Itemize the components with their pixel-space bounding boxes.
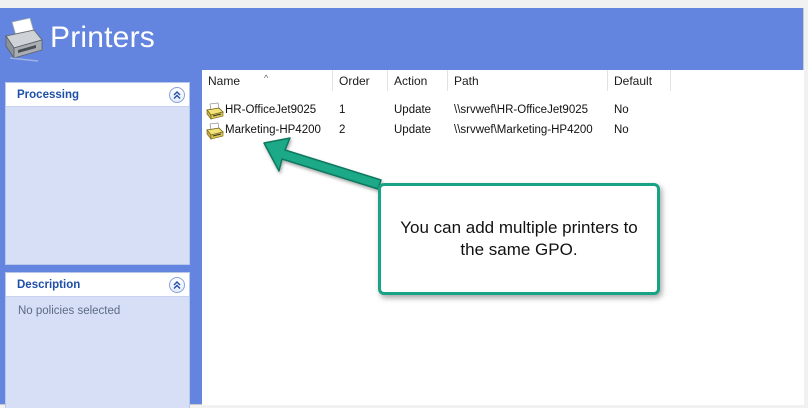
column-header-path[interactable]: Path [448,70,608,91]
collapse-description-button[interactable] [169,276,185,293]
table-row[interactable]: HR-OfficeJet9025 1 Update \\srvwef\HR-Of… [202,101,804,121]
page-title: Printers [50,21,155,54]
printer-order: 1 [339,104,346,116]
description-panel: Description No policies selected [5,272,190,408]
description-text: No policies selected [18,305,121,317]
processing-panel-header: Processing [6,83,189,107]
printer-icon [5,18,43,62]
column-header-action-label: Action [394,74,428,88]
printer-default: No [614,104,629,116]
header: Printers [0,8,804,68]
chevron-up-icon [173,90,181,99]
printer-path: \\srvwef\Marketing-HP4200 [454,124,593,136]
sort-ascending-icon: ^ [264,73,269,83]
annotation-callout: You can add multiple printers to the sam… [378,183,660,295]
printer-name: Marketing-HP4200 [225,124,321,136]
printer-order: 2 [339,124,346,136]
processing-panel-title: Processing [17,88,79,101]
printer-icon [206,122,224,140]
processing-panel-body [6,107,189,119]
printer-action: Update [394,104,432,116]
column-header-name-label: Name [208,74,241,88]
printer-default: No [614,124,629,136]
column-header-default-label: Default [614,74,653,88]
callout-text: You can add multiple printers to the sam… [400,218,638,259]
processing-panel: Processing [5,82,190,265]
column-header-action[interactable]: Action [388,70,448,91]
column-header-path-label: Path [454,74,479,88]
collapse-processing-button[interactable] [169,86,185,103]
screenshot-frame: Printers Processing Description No polic… [0,0,808,408]
printer-icon [206,102,224,120]
column-header-order-label: Order [339,74,370,88]
description-panel-header: Description [6,273,189,297]
chevron-up-icon [173,280,181,289]
column-header-order[interactable]: Order [333,70,388,91]
printer-path: \\srvwef\HR-OfficeJet9025 [454,104,589,116]
printer-action: Update [394,124,432,136]
table-row[interactable]: Marketing-HP4200 2 Update \\srvwef\Marke… [202,121,804,141]
column-header-name[interactable]: ^ Name [202,70,333,91]
column-header-default[interactable]: Default [608,70,671,91]
description-panel-title: Description [17,278,81,291]
printer-name: HR-OfficeJet9025 [225,104,317,116]
